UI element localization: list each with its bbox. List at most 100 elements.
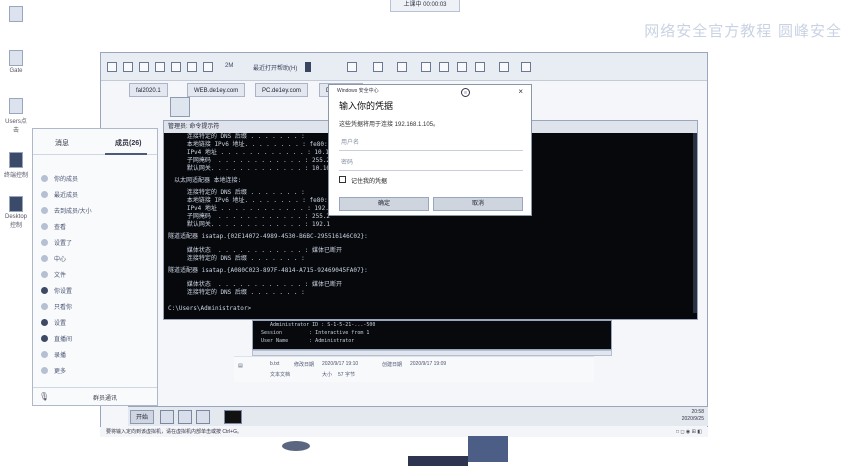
taskbar-cmd-icon[interactable]	[224, 410, 242, 424]
list-item[interactable]: 只看你	[41, 301, 72, 315]
console-line: 连接特定的 DNS 后缀 . . . . . . . :	[176, 189, 305, 196]
console-line: 隧道适配器 isatap.{02E14072-4989-4530-B6BC-29…	[168, 233, 368, 240]
taskbar-app-icon[interactable]	[178, 410, 192, 424]
start-button[interactable]: 开始	[130, 410, 154, 424]
system-clock[interactable]: 20:58 2020/9/25	[682, 409, 704, 423]
rect-icon[interactable]	[139, 62, 149, 72]
snapshot-icon[interactable]	[347, 62, 357, 72]
desktop-icon[interactable]: Users点击	[4, 98, 28, 134]
avatar	[41, 239, 48, 246]
background-console[interactable]: Administrator ID : S-1-5-21-...-500 Sess…	[252, 320, 612, 350]
list-item[interactable]: 最近成员	[41, 189, 78, 203]
console-line: 本地链接 IPv6 地址. . . . . . . . : fe80::	[176, 197, 332, 204]
size-label: 大小	[322, 372, 333, 378]
settings-icon[interactable]	[521, 62, 531, 72]
list-item[interactable]: 直播间	[41, 333, 72, 347]
fullscreen-icon[interactable]	[421, 62, 431, 72]
file-type: 文本文档	[270, 372, 291, 378]
console-line: 子网掩码 . . . . . . . . . . . . : 255.2	[176, 213, 331, 220]
avatar	[41, 335, 48, 342]
avatar	[41, 255, 48, 262]
status-hint: 要将输入定向到该虚拟机，请在虚拟机内部单击或按 Ctrl+G。	[106, 429, 242, 435]
console-line: 以太网适配器 本地连接:	[174, 177, 242, 184]
tab-messages[interactable]: 消息	[55, 138, 69, 148]
member-panel: 消息 成员(26) 你的成员 最近成员 去到成员/大小 查看 设置了 中心 文件…	[32, 128, 158, 406]
footer-link[interactable]: 群员通讯	[93, 393, 117, 402]
console-prompt[interactable]: C:\Users\Administrator>	[168, 305, 251, 313]
text-icon[interactable]	[171, 62, 181, 72]
list-item[interactable]: 你的成员	[41, 173, 78, 187]
console-scrollbar[interactable]	[693, 133, 697, 313]
guest-taskbar: 开始 20:58 2020/9/25	[128, 406, 708, 426]
avatar	[41, 303, 48, 310]
list-item[interactable]: 去到成员/大小	[41, 205, 92, 219]
globe-icon	[461, 88, 470, 97]
pause-icon[interactable]	[305, 62, 311, 72]
desktop-icon[interactable]	[4, 6, 28, 24]
clock-time: 20:58	[691, 409, 704, 415]
close-icon[interactable]: ×	[518, 87, 523, 96]
snapshot-revert-icon[interactable]	[373, 62, 383, 72]
panel-footer: 🎙 群员通讯	[33, 387, 157, 405]
console-line: 连接特定的 DNS 后缀 . . . . . . . :	[176, 133, 305, 140]
avatar	[41, 175, 48, 182]
vm-tab[interactable]: fal2020.1	[129, 83, 168, 97]
list-item[interactable]: 录播	[41, 349, 66, 363]
toolbar-item[interactable]: 2M	[225, 63, 233, 69]
desktop-icon[interactable]: 终端控制	[4, 152, 28, 179]
dialog-description: 这些凭据将用于连接 192.168.1.105。	[339, 122, 440, 128]
view-icon[interactable]	[457, 62, 467, 72]
console-line: 媒体状态 . . . . . . . . . . . . : 媒体已断开	[176, 281, 342, 288]
panel-header: 消息 成员(26)	[33, 129, 157, 155]
cancel-button[interactable]: 取消	[433, 197, 523, 211]
password-field[interactable]: 密码	[339, 155, 523, 171]
list-item[interactable]: 中心	[41, 253, 66, 267]
console-line: Session : Interactive from 1	[261, 330, 370, 336]
mic-icon[interactable]: 🎙	[39, 392, 49, 401]
created-date: 2020/9/17 19:09	[410, 361, 447, 367]
dialog-titlebar: Windows 安全中心	[337, 88, 379, 94]
unity-icon[interactable]	[439, 62, 449, 72]
desktop-shortcut-icon[interactable]	[170, 97, 190, 117]
clock-date: 2020/9/25	[681, 416, 704, 422]
file-list-row[interactable]: ▤ b.txt 文本文档 修改日期 2020/9/17 19:10 大小 57 …	[234, 356, 594, 382]
console-line: 默认网关. . . . . . . . . . . . . : 10.10	[176, 165, 331, 172]
toolbar-item[interactable]: 帮助(H)	[277, 63, 297, 72]
tab-members[interactable]: 成员(26)	[104, 138, 149, 155]
recording-indicator: 上课中 00:00:03	[390, 0, 460, 12]
list-item[interactable]: 设置了	[41, 237, 72, 251]
desktop-icon[interactable]: Desktop控制	[4, 196, 28, 229]
list-item[interactable]: 文件	[41, 269, 66, 283]
arrow-icon[interactable]	[203, 62, 213, 72]
file-icon: ▤	[238, 363, 243, 369]
vm-toolbar: 2M 最近打开 帮助(H)	[101, 53, 707, 81]
console-icon[interactable]	[499, 62, 509, 72]
console-line: 媒体状态 . . . . . . . . . . . . : 媒体已断开	[176, 247, 342, 254]
stretch-icon[interactable]	[475, 62, 485, 72]
modified-date: 2020/9/17 19:10	[322, 361, 359, 367]
taskbar-app-icon[interactable]	[160, 410, 174, 424]
vm-tab[interactable]: PC.de1ey.com	[255, 83, 308, 97]
avatar	[41, 207, 48, 214]
file-name: b.txt	[270, 361, 280, 367]
list-item[interactable]: 查看	[41, 221, 66, 235]
home-icon[interactable]	[187, 62, 197, 72]
created-label: 创建日期	[382, 362, 403, 368]
circle-icon[interactable]	[155, 62, 165, 72]
device-icons[interactable]: □ ◻ ◉ ⊞ ◧	[676, 427, 702, 437]
pointer-icon[interactable]	[107, 62, 117, 72]
desktop-icon[interactable]: Gate	[4, 50, 28, 74]
ok-button[interactable]: 确定	[339, 197, 429, 211]
remember-label: 记住我的凭据	[351, 179, 388, 185]
list-item[interactable]: 设置	[41, 317, 66, 331]
pen-icon[interactable]	[123, 62, 133, 72]
username-field[interactable]: 用户名	[339, 135, 523, 151]
taskbar-app-icon[interactable]	[196, 410, 210, 424]
list-item[interactable]: 你设置	[41, 285, 72, 299]
credentials-dialog: Windows 安全中心 × 输入你的凭据 这些凭据将用于连接 192.168.…	[328, 84, 532, 216]
toolbar-item[interactable]: 最近打开	[253, 63, 277, 72]
snapshot-manager-icon[interactable]	[397, 62, 407, 72]
vm-tab[interactable]: WEB.de1ey.com	[187, 83, 246, 97]
list-item[interactable]: 更多	[41, 365, 66, 379]
remember-checkbox[interactable]	[339, 176, 346, 183]
